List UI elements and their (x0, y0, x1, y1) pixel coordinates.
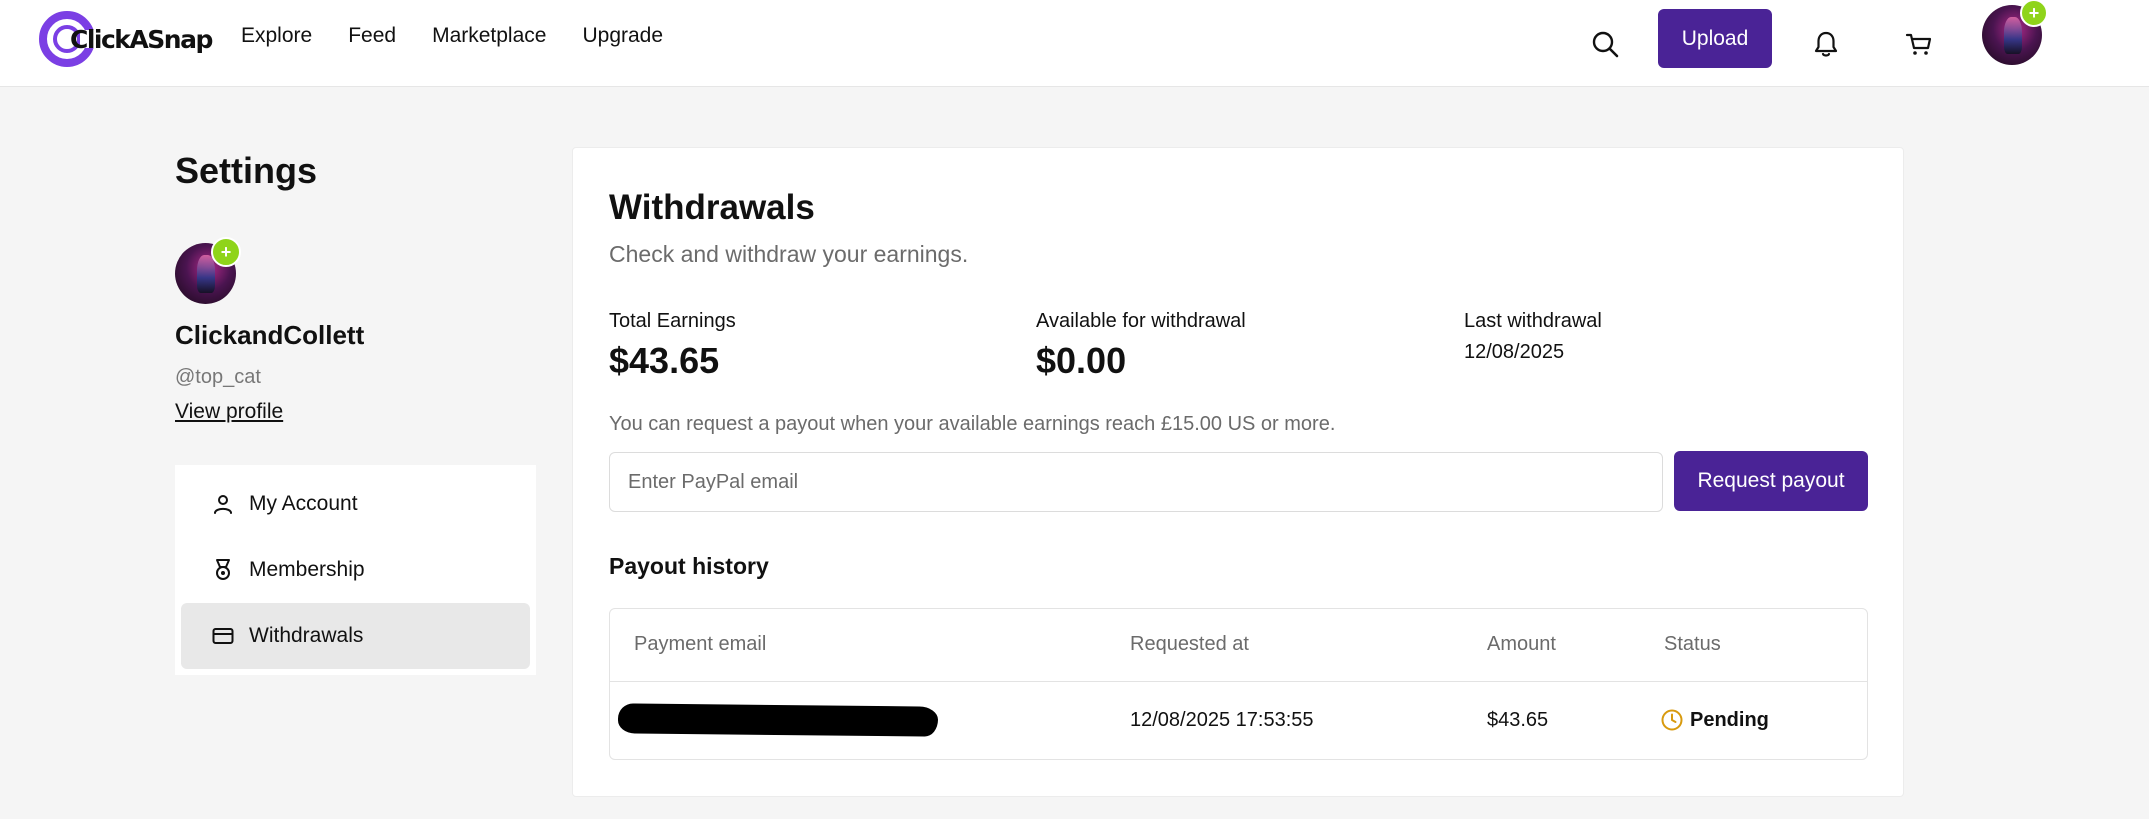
sidebar-item-label: Withdrawals (249, 624, 364, 647)
profile-handle: @top_cat (175, 366, 261, 388)
view-profile-link[interactable]: View profile (175, 400, 283, 424)
status-label: Pending (1690, 708, 1769, 731)
available-withdrawal-value: $0.00 (1036, 340, 1127, 381)
avatar-photo (2003, 17, 2022, 55)
column-header-payment-email: Payment email (634, 633, 767, 655)
upload-button[interactable]: Upload (1658, 9, 1772, 68)
status-badge: Pending (1660, 708, 1769, 732)
column-header-amount: Amount (1487, 633, 1556, 655)
sidebar-item-my-account[interactable]: My Account (181, 471, 530, 537)
user-avatar-button[interactable]: + (1982, 0, 2048, 65)
nav-feed[interactable]: Feed (348, 24, 396, 48)
bell-icon (1814, 31, 1838, 57)
notifications-button[interactable] (1802, 20, 1850, 68)
clickasnap-logo[interactable]: ClickASnap (36, 8, 213, 70)
available-withdrawal-label: Available for withdrawal (1036, 310, 1246, 332)
medal-icon (216, 559, 230, 580)
cart-button[interactable] (1895, 20, 1943, 68)
total-earnings-label: Total Earnings (609, 310, 736, 332)
column-header-status: Status (1664, 633, 1721, 655)
profile-avatar[interactable]: + (175, 237, 241, 304)
settings-heading: Settings (175, 150, 318, 191)
table-divider (610, 681, 1867, 682)
last-withdrawal-label: Last withdrawal (1464, 310, 1602, 332)
page-subtitle: Check and withdraw your earnings. (609, 241, 969, 267)
request-payout-button[interactable]: Request payout (1674, 451, 1868, 511)
avatar-add-badge[interactable]: + (2020, 0, 2048, 27)
nav-explore[interactable]: Explore (241, 24, 312, 48)
sidebar-item-label: Membership (249, 558, 365, 581)
profile-avatar-photo (196, 255, 216, 293)
clock-icon (1661, 709, 1683, 731)
redacted-payment-email (617, 703, 939, 737)
cart-icon (1905, 33, 1932, 55)
sidebar-item-withdrawals[interactable]: Withdrawals (181, 603, 530, 669)
user-icon (214, 495, 232, 514)
page-title: Withdrawals (609, 188, 815, 227)
row-amount: $43.65 (1487, 709, 1549, 731)
nav-marketplace[interactable]: Marketplace (432, 24, 546, 48)
top-navbar: ClickASnap Explore Feed Marketplace Upgr… (0, 0, 2149, 87)
search-button[interactable] (1581, 20, 1629, 68)
payout-history-table: Payment email Requested at Amount Status… (609, 608, 1868, 760)
search-icon (1592, 31, 1619, 58)
total-earnings-value: $43.65 (609, 340, 720, 381)
logo-wordmark: ClickASnap (70, 24, 213, 54)
main-nav: Explore Feed Marketplace Upgrade (241, 24, 699, 48)
card-icon (212, 628, 234, 644)
column-header-requested-at: Requested at (1130, 633, 1249, 655)
withdrawals-card: Withdrawals Check and withdraw your earn… (572, 147, 1904, 797)
row-requested-at: 12/08/2025 17:53:55 (1130, 709, 1314, 731)
nav-upgrade[interactable]: Upgrade (582, 24, 663, 48)
payout-history-heading: Payout history (609, 553, 769, 579)
settings-menu: My Account Membership Withdrawals (175, 465, 536, 675)
payout-threshold-note: You can request a payout when your avail… (609, 413, 1336, 435)
profile-name: ClickandCollett (175, 320, 365, 350)
profile-avatar-add-badge[interactable]: + (211, 237, 241, 267)
sidebar-item-membership[interactable]: Membership (181, 537, 530, 603)
sidebar-item-label: My Account (249, 492, 358, 515)
last-withdrawal-value: 12/08/2025 (1464, 341, 1565, 363)
paypal-email-input[interactable] (609, 452, 1663, 512)
